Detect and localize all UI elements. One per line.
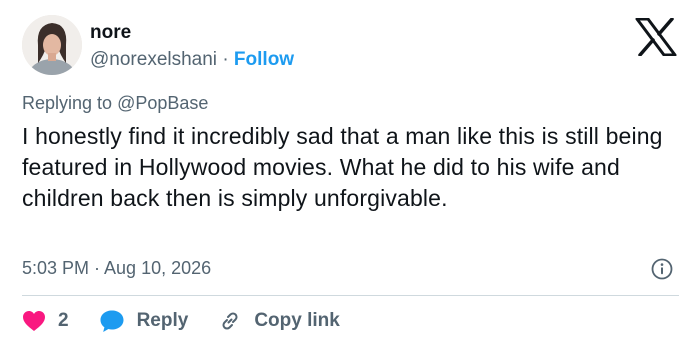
x-logo-icon[interactable]	[635, 17, 677, 57]
reply-target-link[interactable]: @PopBase	[117, 93, 208, 113]
author-name[interactable]: nore	[90, 22, 131, 44]
follow-button[interactable]: Follow	[234, 49, 294, 70]
action-bar: 2 Reply Copy link	[22, 307, 340, 335]
avatar[interactable]	[22, 15, 82, 75]
copy-link-button[interactable]: Copy link	[218, 309, 340, 333]
heart-icon	[23, 311, 45, 331]
reply-label: Reply	[136, 310, 189, 331]
tweet-text: I honestly find it incredibly sad that a…	[22, 123, 663, 211]
tweet-timestamp[interactable]: 5:03 PM · Aug 10, 2026	[22, 258, 211, 279]
author-handle[interactable]: @norexelshani	[90, 49, 217, 70]
handle-separator: ·	[222, 49, 229, 70]
link-icon	[222, 312, 238, 330]
reply-context: Replying to @PopBase	[22, 93, 208, 114]
author-handle-row: @norexelshani · Follow	[90, 49, 294, 71]
like-count: 2	[58, 310, 69, 331]
reply-button[interactable]: Reply	[99, 309, 189, 333]
reply-prefix: Replying to	[22, 93, 113, 113]
copy-link-label: Copy link	[254, 310, 340, 331]
reply-bubble-icon	[100, 310, 124, 332]
divider	[22, 295, 679, 296]
info-icon[interactable]	[651, 258, 673, 280]
like-button[interactable]: 2	[22, 310, 69, 332]
